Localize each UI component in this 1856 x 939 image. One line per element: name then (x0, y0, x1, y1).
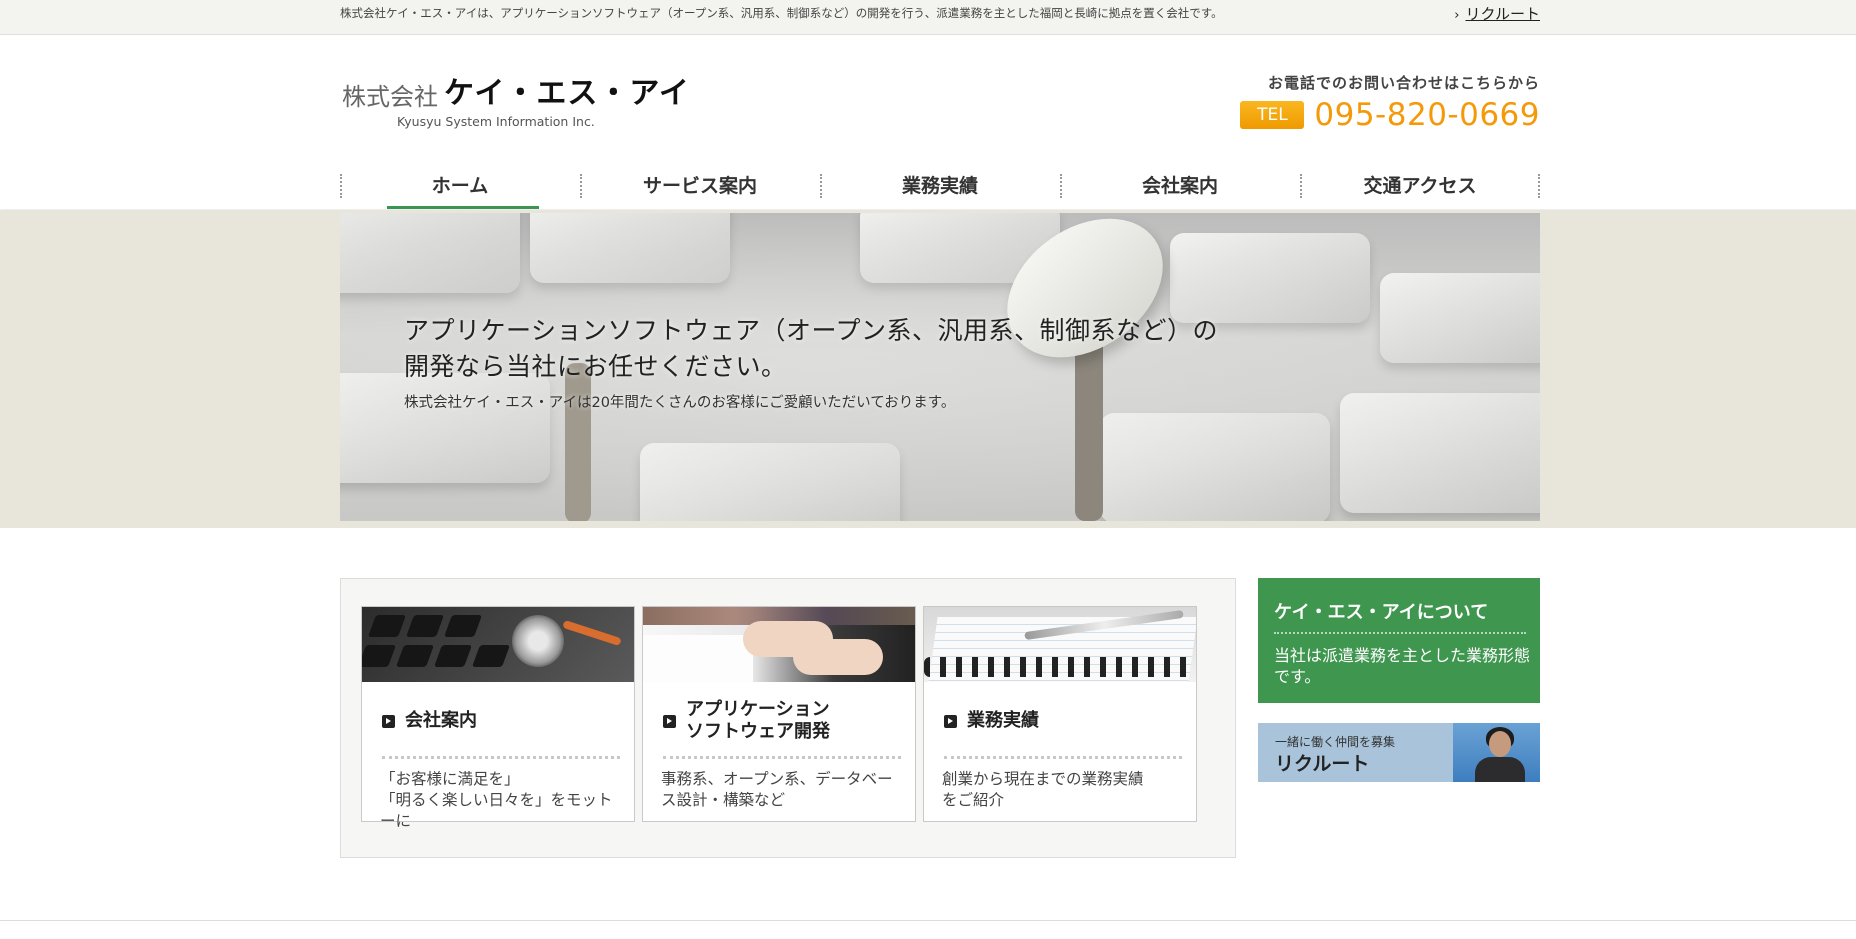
recruit-top-link-label: リクルート (1465, 5, 1540, 23)
arrow-bullet-icon (663, 714, 676, 728)
card-body: 「お客様に満足を」 「明るく楽しい日々を」をモットーに (380, 769, 626, 832)
nav-home[interactable]: ホーム (340, 161, 580, 209)
key (405, 615, 445, 637)
feature-panel: 会社案内 「お客様に満足を」 「明るく楽しい日々を」をモットーに アプリケーショ… (340, 578, 1236, 858)
hero-headline-1: アプリケーションソフトウェア（オープン系、汎用系、制御系など）の (404, 316, 1219, 345)
typing-image (643, 607, 915, 682)
site-header: 株式会社 ケイ・エス・アイ Kyusyu System Information I… (0, 36, 1856, 209)
nav-company[interactable]: 会社案内 (1060, 161, 1300, 209)
stethoscope (512, 615, 564, 667)
logo-name: ケイ・エス・アイ (444, 76, 690, 111)
dotted-divider (944, 756, 1182, 762)
card-body-line: をご紹介 (942, 791, 1005, 809)
card-body: 創業から現在までの業務実績 をご紹介 (942, 769, 1188, 811)
person-suit (1475, 757, 1525, 782)
recruit-subtitle: 一緒に働く仲間を募集 (1275, 735, 1396, 749)
chevron-right-icon: › (1454, 8, 1460, 23)
shirt-sleeve (643, 635, 753, 682)
logo-prefix: 株式会社 (342, 83, 438, 111)
dotted-divider (382, 756, 620, 762)
about-description: 当社は派遣業務を主とした業務形態です。 (1274, 646, 1531, 686)
nav-services[interactable]: サービス案内 (580, 161, 820, 209)
about-title: ケイ・エス・アイについて (1274, 602, 1489, 623)
hero-text: アプリケーションソフトウェア（オープン系、汎用系、制御系など）の 開発なら当社に… (404, 313, 1218, 412)
recruit-top-link[interactable]: › リクルート (1454, 3, 1540, 24)
card-company[interactable]: 会社案内 「お客様に満足を」 「明るく楽しい日々を」をモットーに (361, 606, 635, 830)
recruit-title: リクルート (1275, 753, 1370, 775)
tel-number[interactable]: 095-820-0669 (1314, 97, 1540, 133)
key (395, 645, 435, 667)
card-body-line: 「明るく楽しい日々を」をモットーに (380, 791, 613, 830)
key (443, 615, 483, 637)
card-works[interactable]: 業務実績 創業から現在までの業務実績 をご紹介 (923, 606, 1197, 822)
card-title-line: ソフトウェア開発 (686, 721, 830, 742)
hero-headline-2: 開発なら当社にお任せください。 (404, 352, 787, 381)
hero-subtext: 株式会社ケイ・エス・アイは20年間たくさんのお客様にご愛顧いただいております。 (404, 395, 956, 411)
card-title-line: アプリケーション (686, 699, 830, 720)
recruit-banner[interactable]: 一緒に働く仲間を募集 リクルート (1258, 723, 1540, 782)
key (471, 645, 511, 667)
notebook-rings (924, 657, 1196, 677)
site-description: 株式会社ケイ・エス・アイは、アプリケーションソフトウェア（オープン系、汎用系、制… (340, 6, 1223, 20)
recruit-photo (1453, 723, 1540, 782)
card-software[interactable]: アプリケーション ソフトウェア開発 事務系、オープン系、データベー ス設計・構築… (642, 606, 916, 822)
card-title: 業務実績 (967, 710, 1039, 731)
stethoscope-tube (562, 619, 622, 647)
arrow-bullet-icon (944, 714, 957, 728)
tel-badge: TEL (1240, 101, 1305, 129)
card-title: アプリケーション ソフトウェア開発 (686, 699, 830, 743)
logo-english: Kyusyu System Information Inc. (397, 114, 595, 129)
hand (793, 639, 883, 675)
footer-divider (0, 920, 1856, 921)
dotted-divider (663, 756, 901, 762)
key (367, 615, 407, 637)
global-nav: ホーム サービス案内 業務実績 会社案内 交通アクセス (340, 161, 1540, 209)
hero-banner: アプリケーションソフトウェア（オープン系、汎用系、制御系など）の 開発なら当社に… (340, 213, 1540, 521)
card-body-line: ス設計・構築など (661, 791, 786, 809)
key (433, 645, 473, 667)
card-title: 会社案内 (405, 710, 477, 731)
card-body: 事務系、オープン系、データベー ス設計・構築など (661, 769, 907, 811)
arrow-bullet-icon (382, 714, 395, 728)
about-ksi-box[interactable]: ケイ・エス・アイについて 当社は派遣業務を主とした業務形態です。 (1258, 578, 1540, 703)
card-body-line: 事務系、オープン系、データベー (661, 770, 893, 788)
phone-contact: お電話でのお問い合わせはこちらから TEL 095-820-0669 (1240, 72, 1540, 133)
card-body-line: 「お客様に満足を」 (380, 770, 520, 788)
dotted-divider (1274, 632, 1526, 634)
notebook-pen-image (924, 607, 1196, 682)
contact-lead: お電話でのお問い合わせはこちらから (1267, 74, 1540, 92)
top-info-bar: 株式会社ケイ・エス・アイは、アプリケーションソフトウェア（オープン系、汎用系、制… (0, 0, 1856, 35)
nav-works[interactable]: 業務実績 (820, 161, 1060, 209)
card-body-line: 創業から現在までの業務実績 (942, 770, 1144, 788)
key (362, 645, 397, 667)
company-logo[interactable]: 株式会社 ケイ・エス・アイ Kyusyu System Information I… (342, 68, 690, 129)
person-face (1489, 731, 1511, 757)
keyboard-stethoscope-image (362, 607, 634, 682)
nav-access[interactable]: 交通アクセス (1300, 161, 1540, 209)
